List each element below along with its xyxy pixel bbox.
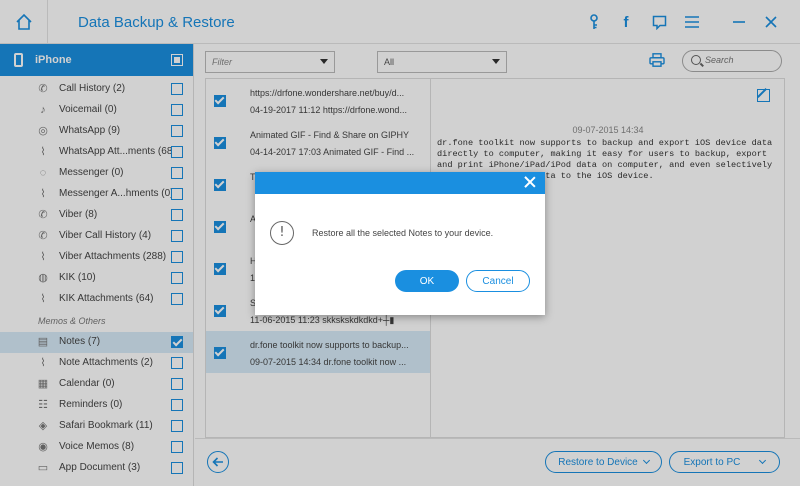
info-icon: !	[270, 221, 294, 245]
dialog-close-icon[interactable]	[523, 175, 537, 189]
restore-confirm-dialog: ! Restore all the selected Notes to your…	[255, 172, 545, 315]
ok-button[interactable]: OK	[395, 270, 459, 292]
dialog-message: Restore all the selected Notes to your d…	[312, 228, 494, 238]
cancel-button[interactable]: Cancel	[466, 270, 530, 292]
dialog-header	[255, 172, 545, 194]
